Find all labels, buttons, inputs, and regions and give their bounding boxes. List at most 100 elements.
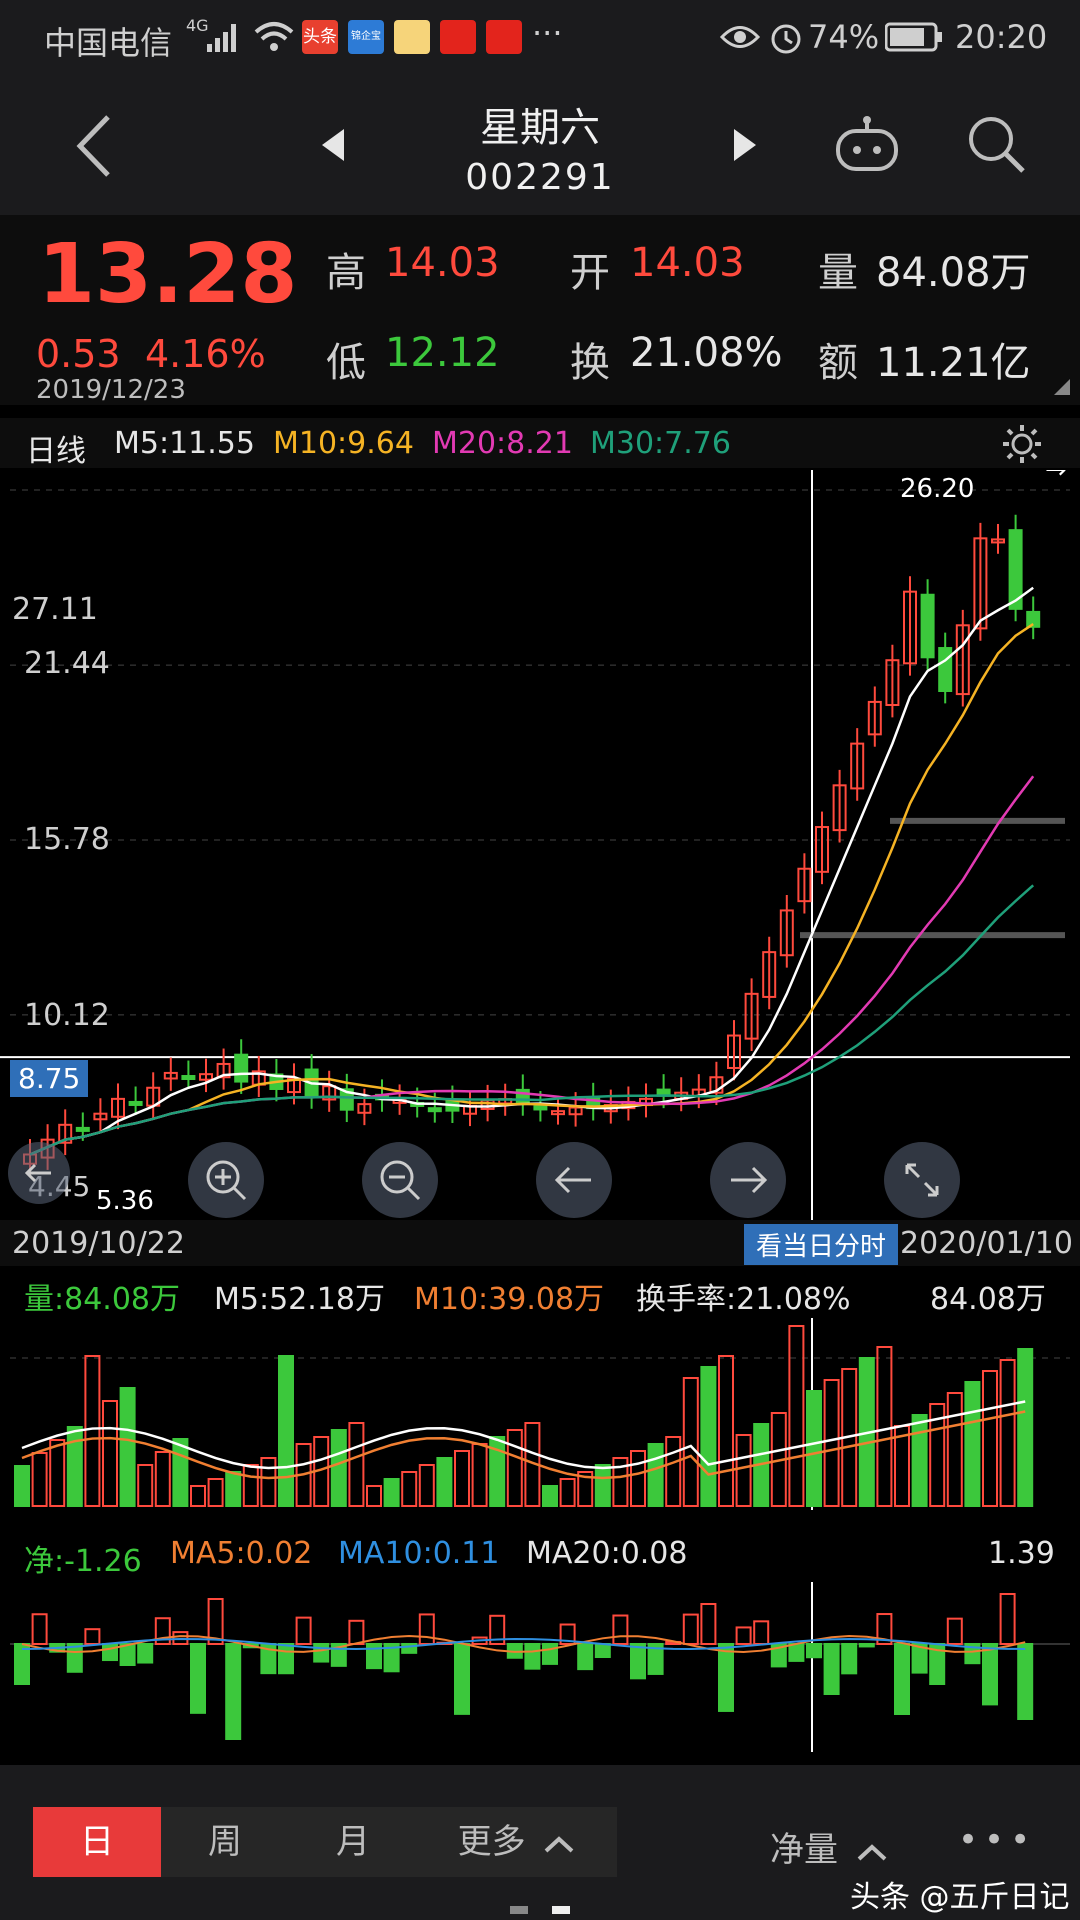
quote-date: 2019/12/23 bbox=[36, 375, 186, 405]
intraday-view-button[interactable]: 看当日分时 bbox=[744, 1224, 899, 1265]
scroll-left-button[interactable] bbox=[536, 1142, 612, 1218]
settings-gear-icon[interactable] bbox=[1000, 422, 1044, 466]
net-bar bbox=[31, 1613, 48, 1646]
net-bar bbox=[718, 1643, 734, 1712]
next-stock-icon[interactable] bbox=[730, 125, 760, 165]
net-ma10: MA10:0.11 bbox=[338, 1536, 500, 1571]
low-label: 低 bbox=[326, 340, 366, 386]
volume-bar bbox=[999, 1359, 1016, 1507]
net-bar bbox=[454, 1643, 470, 1715]
volume-bar bbox=[700, 1366, 717, 1507]
indicator-label: 净量 bbox=[770, 1830, 838, 1870]
watermark: 头条 @五斤日记 bbox=[850, 1880, 1070, 1915]
m10-value: M10:9.64 bbox=[273, 426, 414, 461]
volume-bar bbox=[14, 1465, 30, 1507]
tab-more[interactable]: 更多 bbox=[417, 1807, 617, 1877]
net-bar bbox=[102, 1643, 118, 1662]
net-bar bbox=[84, 1628, 101, 1645]
period-label[interactable]: 日线 bbox=[26, 426, 86, 470]
volume-bar bbox=[454, 1450, 470, 1507]
candle-body bbox=[75, 1126, 90, 1132]
tab-more-label: 更多 bbox=[457, 1822, 526, 1862]
page-indicator-2 bbox=[552, 1906, 570, 1914]
volume-bar bbox=[506, 1429, 523, 1507]
stock-name: 星期六 bbox=[480, 105, 600, 151]
volume-bar bbox=[383, 1478, 400, 1507]
candle-body bbox=[533, 1105, 548, 1111]
amount-value: 11.21亿 bbox=[876, 340, 1031, 386]
zoom-reset-button[interactable] bbox=[8, 1142, 70, 1204]
more-options-icon[interactable]: ••• bbox=[958, 1820, 1036, 1860]
moving-average-line bbox=[29, 775, 1035, 1156]
kline-chart[interactable]: → bbox=[0, 470, 1080, 1220]
net-chart[interactable] bbox=[0, 1582, 1080, 1752]
volume-bar bbox=[31, 1452, 48, 1507]
high-value: 14.03 bbox=[385, 240, 500, 286]
carrier-label: 中国电信 bbox=[44, 24, 173, 62]
volume-bar bbox=[911, 1414, 928, 1507]
crosshair-price-tag: 8.75 bbox=[10, 1060, 89, 1097]
net-max: 1.39 bbox=[988, 1536, 1055, 1571]
net-bar bbox=[313, 1643, 330, 1663]
volume-bar bbox=[436, 1457, 453, 1507]
expand-corner-icon[interactable] bbox=[1052, 377, 1072, 397]
max-arrow: → bbox=[1045, 470, 1067, 485]
candle-body bbox=[938, 647, 953, 692]
open-value: 14.03 bbox=[630, 240, 745, 286]
volume-value: 84.08万 bbox=[876, 250, 1031, 296]
expand-icon bbox=[905, 1163, 939, 1197]
volume-bar bbox=[806, 1390, 822, 1507]
volume-bar bbox=[242, 1464, 259, 1507]
status-bar: 中国电信 4G 头条 锦企宝 ··· 74% 20:20 bbox=[0, 0, 1080, 75]
title-bar: 星期六 002291 bbox=[0, 75, 1080, 215]
volume-max: 84.08万 bbox=[930, 1282, 1046, 1317]
net-bar bbox=[1017, 1643, 1034, 1720]
volume-bar bbox=[401, 1471, 418, 1507]
volume-bar bbox=[278, 1355, 294, 1507]
volume-bar bbox=[630, 1450, 646, 1507]
zoom-out-icon bbox=[380, 1160, 421, 1201]
turnover-rate: 换手率:21.08% bbox=[636, 1282, 851, 1317]
scroll-right-button[interactable] bbox=[710, 1142, 786, 1218]
volume-bar bbox=[982, 1370, 998, 1507]
tab-month[interactable]: 月 bbox=[289, 1807, 417, 1877]
volume-bar bbox=[788, 1325, 805, 1507]
tab-day[interactable]: 日 bbox=[33, 1807, 161, 1877]
net-ma20: MA20:0.08 bbox=[526, 1536, 688, 1571]
back-icon[interactable] bbox=[70, 111, 120, 181]
zoom-in-button[interactable] bbox=[188, 1142, 264, 1218]
alarm-icon bbox=[771, 24, 801, 54]
turnover-value: 21.08% bbox=[630, 330, 783, 376]
y-label-2: 21.44 bbox=[24, 646, 110, 681]
net-bar bbox=[190, 1643, 206, 1714]
zoom-in-icon bbox=[206, 1160, 247, 1201]
candle-body bbox=[234, 1053, 249, 1083]
net-bar bbox=[172, 1631, 189, 1645]
net-bar bbox=[753, 1620, 770, 1645]
net-bar bbox=[630, 1643, 646, 1680]
net-bar bbox=[682, 1613, 699, 1645]
tab-week[interactable]: 周 bbox=[161, 1807, 289, 1877]
search-icon[interactable] bbox=[965, 113, 1027, 175]
current-price: 13.28 bbox=[38, 227, 298, 322]
moving-average-line bbox=[29, 884, 1035, 1156]
end-date: 2020/01/10 bbox=[900, 1226, 1073, 1261]
net-bar bbox=[137, 1643, 154, 1664]
net-bar bbox=[946, 1617, 963, 1646]
fullscreen-button[interactable] bbox=[884, 1142, 960, 1218]
net-bar bbox=[858, 1643, 875, 1648]
volume-bar bbox=[260, 1457, 277, 1507]
zoom-out-button[interactable] bbox=[362, 1142, 438, 1218]
volume-bar bbox=[102, 1400, 118, 1507]
indicator-selector[interactable]: 净量 bbox=[770, 1822, 889, 1871]
volume-bar bbox=[647, 1443, 664, 1507]
robot-assistant-icon[interactable] bbox=[832, 115, 902, 175]
tiger-app-icon bbox=[394, 20, 430, 54]
volume-chart[interactable] bbox=[0, 1318, 1080, 1510]
y-label-3: 15.78 bbox=[24, 822, 110, 857]
net-bar bbox=[418, 1613, 435, 1645]
net-bar bbox=[999, 1593, 1016, 1645]
net-bar bbox=[225, 1643, 242, 1740]
volume-bar bbox=[137, 1464, 154, 1507]
start-date: 2019/10/22 bbox=[12, 1226, 185, 1261]
